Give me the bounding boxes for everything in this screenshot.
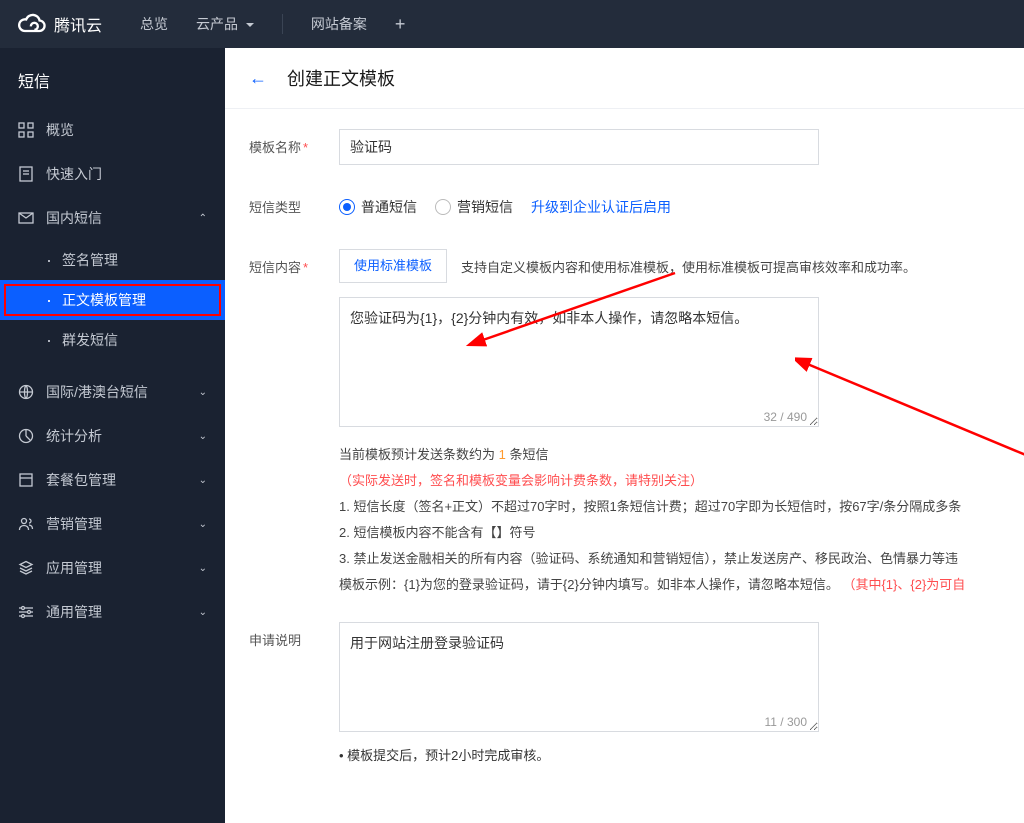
doc-icon xyxy=(18,166,34,182)
sidebar-item-domestic-sms[interactable]: 国内短信 ⌃ xyxy=(0,196,225,240)
nav-overview[interactable]: 总览 xyxy=(126,0,182,48)
radio-label: 营销短信 xyxy=(457,197,513,217)
nav-products[interactable]: 云产品 xyxy=(182,0,268,48)
chevron-down-icon: ⌄ xyxy=(199,431,207,442)
radio-normal-sms[interactable]: 普通短信 xyxy=(339,197,417,217)
sidebar-item-app[interactable]: 应用管理 ⌄ xyxy=(0,546,225,590)
form-content: 模板名称* 短信类型 普通短信 营销短信 xyxy=(225,108,1024,823)
sidebar-item-label: 国际/港澳台短信 xyxy=(46,382,148,402)
page-header: ← 创建正文模板 xyxy=(225,48,1024,108)
add-tab-button[interactable]: + xyxy=(381,14,420,35)
label-template-name: 模板名称* xyxy=(249,129,339,165)
sub-item-template[interactable]: · 正文模板管理 xyxy=(0,280,225,320)
sidebar-item-intl-sms[interactable]: 国际/港澳台短信 ⌄ xyxy=(0,370,225,414)
radio-marketing-sms[interactable]: 营销短信 xyxy=(435,197,513,217)
rule-warn: （实际发送时，签名和模板变量会影响计费条数，请特别关注） xyxy=(339,468,1024,494)
required-mark: * xyxy=(303,140,308,155)
sidebar-title: 短信 xyxy=(0,48,225,108)
bullet-icon: · xyxy=(46,331,52,349)
divider xyxy=(282,14,283,34)
page-title: 创建正文模板 xyxy=(287,65,395,91)
label-sms-content: 短信内容* xyxy=(249,249,339,598)
cloud-icon xyxy=(18,10,46,38)
sidebar-item-label: 统计分析 xyxy=(46,426,102,446)
sub-item-mass-send[interactable]: · 群发短信 xyxy=(0,320,225,360)
sub-item-signature[interactable]: · 签名管理 xyxy=(0,240,225,280)
bullet-icon: · xyxy=(46,291,52,309)
chevron-down-icon: ⌄ xyxy=(199,607,207,618)
package-icon xyxy=(18,472,34,488)
row-sms-type: 短信类型 普通短信 营销短信 升级到企业认证后启用 xyxy=(249,189,1024,225)
sidebar: 短信 概览 快速入门 国内短信 ⌃ · 签名管理 · 正文模板管理 · 群发短信 xyxy=(0,48,225,823)
rule-3: 3. 禁止发送金融相关的所有内容（验证码、系统通知和营销短信），禁止发送房产、移… xyxy=(339,546,1024,572)
chevron-down-icon xyxy=(246,23,254,27)
template-name-input[interactable] xyxy=(339,129,819,165)
chevron-up-icon: ⌃ xyxy=(199,213,207,224)
content-char-count: 32 / 490 xyxy=(762,410,809,424)
radio-icon xyxy=(435,199,451,215)
label-sms-type: 短信类型 xyxy=(249,189,339,225)
sidebar-item-marketing[interactable]: 营销管理 ⌄ xyxy=(0,502,225,546)
chart-icon xyxy=(18,428,34,444)
main: ← 创建正文模板 模板名称* 短信类型 普通短信 xyxy=(225,48,1024,823)
submit-footnote: • 模板提交后，预计2小时完成审核。 xyxy=(339,745,1024,764)
sliders-icon xyxy=(18,604,34,620)
brand[interactable]: 腾讯云 xyxy=(18,10,102,38)
sidebar-item-label: 应用管理 xyxy=(46,558,102,578)
rule-example-red: （其中{1}、{2}为可自 xyxy=(842,577,965,592)
people-icon xyxy=(18,516,34,532)
std-template-hint: 支持自定义模板内容和使用标准模板，使用标准模板可提高审核效率和成功率。 xyxy=(461,257,916,276)
sms-content-textarea[interactable] xyxy=(339,297,819,427)
top-nav: 腾讯云 总览 云产品 网站备案 + xyxy=(0,0,1024,48)
sidebar-item-package[interactable]: 套餐包管理 ⌄ xyxy=(0,458,225,502)
content-rules: 当前模板预计发送条数约为 1 条短信 （实际发送时，签名和模板变量会影响计费条数… xyxy=(339,442,1024,598)
grid-icon xyxy=(18,122,34,138)
sidebar-item-statistics[interactable]: 统计分析 ⌄ xyxy=(0,414,225,458)
sub-item-label: 群发短信 xyxy=(62,330,118,350)
mail-icon xyxy=(18,210,34,226)
row-sms-content: 短信内容* 使用标准模板 支持自定义模板内容和使用标准模板，使用标准模板可提高审… xyxy=(249,249,1024,598)
back-button[interactable]: ← xyxy=(249,68,267,89)
sidebar-item-label: 套餐包管理 xyxy=(46,470,116,490)
globe-icon xyxy=(18,384,34,400)
bullet-icon: · xyxy=(46,251,52,269)
sidebar-item-general[interactable]: 通用管理 ⌄ xyxy=(0,590,225,634)
brand-text: 腾讯云 xyxy=(54,12,102,36)
required-mark: * xyxy=(303,260,308,275)
layers-icon xyxy=(18,560,34,576)
upgrade-link[interactable]: 升级到企业认证后启用 xyxy=(531,197,671,217)
sidebar-item-label: 国内短信 xyxy=(46,208,102,228)
rule-2: 2. 短信模板内容不能含有【】符号 xyxy=(339,520,1024,546)
row-template-name: 模板名称* xyxy=(249,129,1024,165)
sidebar-item-label: 概览 xyxy=(46,120,74,140)
label-apply-desc: 申请说明 xyxy=(249,622,339,764)
row-apply-desc: 申请说明 11 / 300 • 模板提交后，预计2小时完成审核。 xyxy=(249,622,1024,764)
chevron-down-icon: ⌄ xyxy=(199,475,207,486)
use-standard-template-button[interactable]: 使用标准模板 xyxy=(339,249,447,283)
chevron-down-icon: ⌄ xyxy=(199,563,207,574)
sidebar-item-quickstart[interactable]: 快速入门 xyxy=(0,152,225,196)
sidebar-item-overview[interactable]: 概览 xyxy=(0,108,225,152)
radio-label: 普通短信 xyxy=(361,197,417,217)
desc-char-count: 11 / 300 xyxy=(763,715,809,729)
apply-desc-textarea[interactable] xyxy=(339,622,819,732)
nav-products-label: 云产品 xyxy=(196,16,238,32)
rule-1: 1. 短信长度（签名+正文）不超过70字时，按照1条短信计费；超过70字即为长短… xyxy=(339,494,1024,520)
chevron-down-icon: ⌄ xyxy=(199,387,207,398)
sub-item-label: 正文模板管理 xyxy=(62,290,146,310)
chevron-down-icon: ⌄ xyxy=(199,519,207,530)
sidebar-item-label: 营销管理 xyxy=(46,514,102,534)
sidebar-item-label: 快速入门 xyxy=(46,164,102,184)
rule-example: 模板示例：{1}为您的登录验证码，请于{2}分钟内填写。如非本人操作，请忽略本短… xyxy=(339,577,839,592)
sidebar-item-label: 通用管理 xyxy=(46,602,102,622)
nav-beian[interactable]: 网站备案 xyxy=(297,0,381,48)
radio-icon xyxy=(339,199,355,215)
sub-item-label: 签名管理 xyxy=(62,250,118,270)
